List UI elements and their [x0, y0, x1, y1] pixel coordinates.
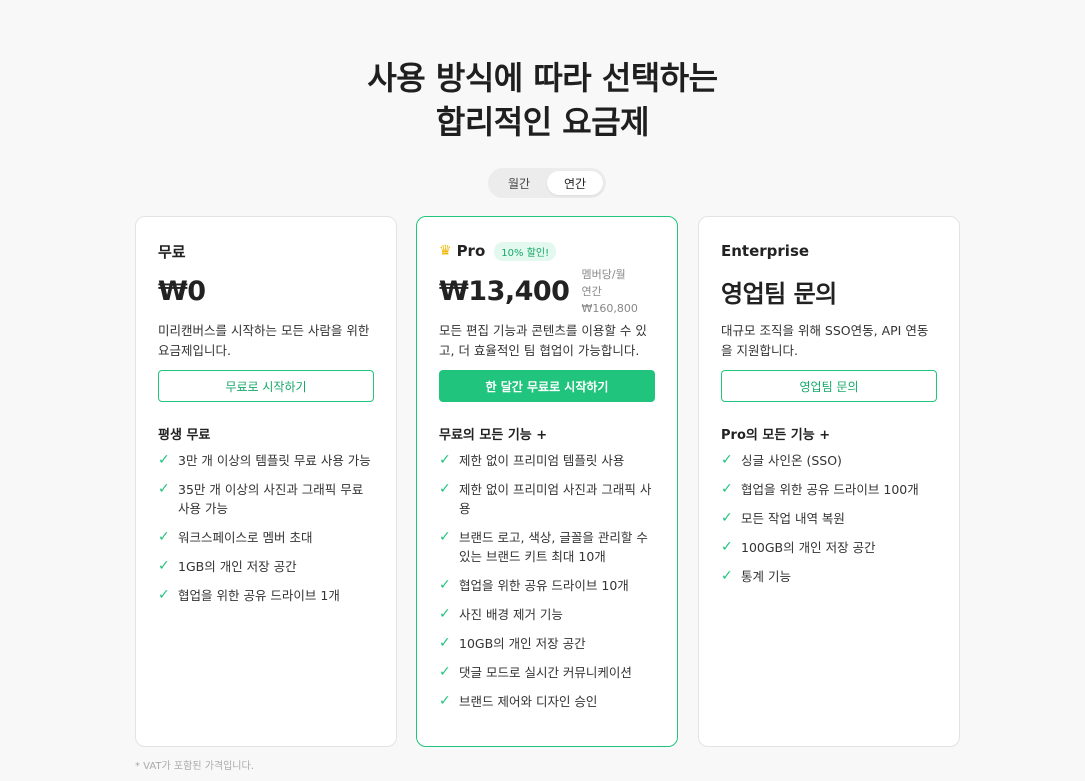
plan-title: 무료 [158, 242, 186, 261]
feature-item: ✓ 3만 개 이상의 템플릿 무료 사용 가능 [158, 451, 374, 470]
feature-item: ✓ 사진 배경 제거 기능 [439, 605, 655, 624]
check-icon: ✓ [439, 635, 451, 651]
contact-sales-button[interactable]: 영업팀 문의 [721, 370, 937, 402]
feature-item: ✓ 협업을 위한 공유 드라이브 10개 [439, 576, 655, 595]
features-title: Pro의 모든 기능 + [721, 428, 831, 443]
feature-text: 댓글 모드로 실시간 커뮤니케이션 [459, 665, 632, 680]
feature-item: ✓ 브랜드 로고, 색상, 글꼴을 관리할 수 있는 브랜드 키트 최대 10개 [439, 528, 655, 566]
plan-description: 대규모 조직을 위해 SSO연동, API 연동을 지원합니다. [721, 323, 929, 358]
feature-text: 싱글 사인온 (SSO) [741, 453, 842, 468]
feature-item: ✓ 제한 없이 프리미엄 템플릿 사용 [439, 451, 655, 470]
feature-text: 100GB의 개인 저장 공간 [741, 540, 876, 555]
page-title: 사용 방식에 따라 선택하는 합리적인 요금제 [0, 56, 1085, 144]
feature-text: 브랜드 제어와 디자인 승인 [459, 694, 598, 709]
billing-period-toggle: 월간 연간 [488, 168, 606, 198]
plan-title-row: ♛ Pro 10% 할인! [439, 241, 655, 261]
check-icon: ✓ [158, 481, 170, 497]
feature-item: ✓ 통계 기능 [721, 567, 937, 586]
feature-item: ✓ 댓글 모드로 실시간 커뮤니케이션 [439, 663, 655, 682]
features-title: 평생 무료 [158, 428, 211, 443]
plan-title: Enterprise [721, 242, 810, 260]
crown-icon: ♛ [439, 243, 452, 259]
feature-item: ✓ 브랜드 제어와 디자인 승인 [439, 692, 655, 711]
feature-item: ✓ 워크스페이스로 멤버 초대 [158, 528, 374, 547]
toggle-monthly[interactable]: 월간 [491, 171, 547, 195]
feature-text: 모든 작업 내역 복원 [741, 511, 845, 526]
vat-footnote: * VAT가 포함된 가격입니다. [135, 761, 254, 772]
price-details: 멤버당/월 연간 ₩160,800 [581, 266, 655, 317]
feature-text: 1GB의 개인 저장 공간 [178, 559, 297, 574]
check-icon: ✓ [439, 693, 451, 709]
feature-list: ✓ 제한 없이 프리미엄 템플릿 사용 ✓ 제한 없이 프리미엄 사진과 그래픽 사… [439, 451, 655, 711]
check-icon: ✓ [721, 452, 733, 468]
check-icon: ✓ [158, 558, 170, 574]
feature-item: ✓ 100GB의 개인 저장 공간 [721, 538, 937, 557]
check-icon: ✓ [439, 452, 451, 468]
plan-price: 영업팀 문의 [721, 279, 837, 308]
check-icon: ✓ [721, 568, 733, 584]
feature-item: ✓ 35만 개 이상의 사진과 그래픽 무료 사용 가능 [158, 480, 374, 518]
feature-text: 제한 없이 프리미엄 템플릿 사용 [459, 453, 625, 468]
check-icon: ✓ [721, 481, 733, 497]
plan-description: 미리캔버스를 시작하는 모든 사람을 위한 요금제입니다. [158, 323, 370, 358]
feature-item: ✓ 협업을 위한 공유 드라이브 100개 [721, 480, 937, 499]
plan-card-pro: ♛ Pro 10% 할인! ₩13,400 멤버당/월 연간 ₩160,800 … [416, 216, 678, 747]
price-annual: 연간 ₩160,800 [581, 284, 638, 315]
price-row: ₩13,400 멤버당/월 연간 ₩160,800 [439, 268, 655, 315]
feature-item: ✓ 1GB의 개인 저장 공간 [158, 557, 374, 576]
feature-list: ✓ 3만 개 이상의 템플릿 무료 사용 가능 ✓ 35만 개 이상의 사진과 그래… [158, 451, 374, 605]
feature-list: ✓ 싱글 사인온 (SSO) ✓ 협업을 위한 공유 드라이브 100개 ✓ 모든 작… [721, 451, 937, 586]
price-unit: 멤버당/월 [581, 267, 626, 281]
plan-card-enterprise: Enterprise 영업팀 문의 대규모 조직을 위해 SSO연동, API … [698, 216, 960, 747]
price-row: 영업팀 문의 [721, 273, 937, 309]
start-trial-button[interactable]: 한 달간 무료로 시작하기 [439, 370, 655, 402]
price-row: ₩0 [158, 273, 374, 309]
title-line-1: 사용 방식에 따라 선택하는 [367, 59, 718, 97]
plan-price: ₩0 [158, 275, 206, 307]
discount-badge: 10% 할인! [494, 241, 557, 261]
feature-item: ✓ 싱글 사인온 (SSO) [721, 451, 937, 470]
check-icon: ✓ [439, 606, 451, 622]
plan-price: ₩13,400 [439, 275, 570, 307]
feature-text: 사진 배경 제거 기능 [459, 607, 563, 622]
check-icon: ✓ [721, 539, 733, 555]
feature-text: 통계 기능 [741, 569, 791, 584]
feature-text: 협업을 위한 공유 드라이브 1개 [178, 588, 340, 603]
feature-text: 협업을 위한 공유 드라이브 100개 [741, 482, 919, 497]
plan-card-free: 무료 ₩0 미리캔버스를 시작하는 모든 사람을 위한 요금제입니다. 무료로 … [135, 216, 397, 747]
check-icon: ✓ [721, 510, 733, 526]
check-icon: ✓ [439, 529, 451, 545]
feature-item: ✓ 제한 없이 프리미엄 사진과 그래픽 사용 [439, 480, 655, 518]
feature-text: 10GB의 개인 저장 공간 [459, 636, 586, 651]
check-icon: ✓ [158, 529, 170, 545]
feature-text: 협업을 위한 공유 드라이브 10개 [459, 578, 629, 593]
toggle-yearly[interactable]: 연간 [547, 171, 603, 195]
feature-text: 제한 없이 프리미엄 사진과 그래픽 사용 [459, 482, 652, 516]
check-icon: ✓ [439, 481, 451, 497]
title-line-2: 합리적인 요금제 [435, 103, 650, 141]
feature-text: 3만 개 이상의 템플릿 무료 사용 가능 [178, 453, 371, 468]
feature-item: ✓ 모든 작업 내역 복원 [721, 509, 937, 528]
plan-title: Pro [456, 242, 486, 260]
check-icon: ✓ [158, 452, 170, 468]
feature-text: 브랜드 로고, 색상, 글꼴을 관리할 수 있는 브랜드 키트 최대 10개 [459, 530, 648, 564]
feature-item: ✓ 협업을 위한 공유 드라이브 1개 [158, 586, 374, 605]
features-title: 무료의 모든 기능 + [439, 428, 548, 443]
feature-text: 워크스페이스로 멤버 초대 [178, 530, 313, 545]
start-free-button[interactable]: 무료로 시작하기 [158, 370, 374, 402]
check-icon: ✓ [439, 577, 451, 593]
check-icon: ✓ [439, 664, 451, 680]
feature-text: 35만 개 이상의 사진과 그래픽 무료 사용 가능 [178, 482, 364, 516]
plan-description: 모든 편집 기능과 콘텐츠를 이용할 수 있고, 더 효율적인 팀 협업이 가능… [439, 323, 647, 358]
pricing-page: 사용 방식에 따라 선택하는 합리적인 요금제 월간 연간 무료 ₩0 미리캔버… [0, 0, 1085, 781]
feature-item: ✓ 10GB의 개인 저장 공간 [439, 634, 655, 653]
check-icon: ✓ [158, 587, 170, 603]
